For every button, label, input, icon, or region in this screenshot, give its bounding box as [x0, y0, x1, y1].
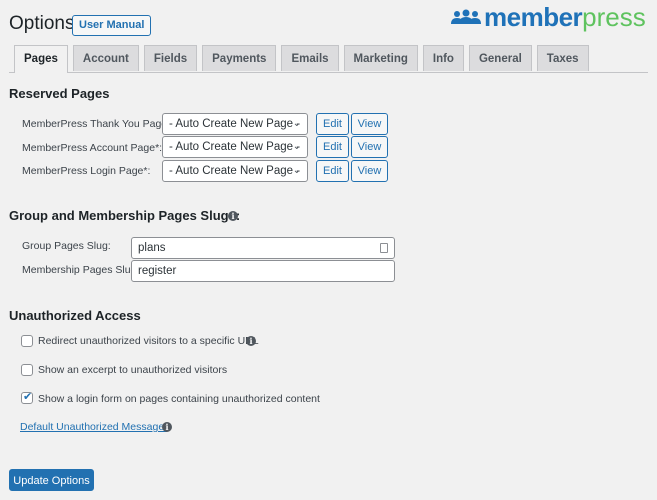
thank-you-edit-button[interactable]: Edit: [316, 113, 349, 135]
thank-you-page-select[interactable]: - Auto Create New Page - ⌄: [162, 113, 308, 135]
excerpt-checkbox[interactable]: [21, 364, 33, 376]
membership-slug-label: Membership Pages Slug:: [22, 264, 140, 276]
default-message-link[interactable]: Default Unauthorized Message:: [20, 421, 167, 433]
chevron-down-icon: ⌄: [292, 141, 301, 152]
membership-slug-value: register: [138, 265, 177, 277]
info-icon[interactable]: i: [246, 336, 256, 346]
redirect-label: Redirect unauthorized visitors to a spec…: [38, 335, 259, 347]
update-options-button[interactable]: Update Options: [9, 469, 94, 491]
group-slug-label: Group Pages Slug:: [22, 240, 111, 252]
unauthorized-heading: Unauthorized Access: [9, 308, 141, 323]
checkmark-icon: ✔: [23, 391, 33, 403]
settings-tabs: Pages Account Fields Payments Emails Mar…: [9, 45, 648, 73]
account-edit-button[interactable]: Edit: [316, 136, 349, 158]
group-slug-value: plans: [138, 242, 166, 254]
tab-emails[interactable]: Emails: [281, 45, 339, 71]
group-slug-input[interactable]: plans: [131, 237, 395, 259]
account-page-label: MemberPress Account Page*:: [22, 142, 163, 154]
reserved-pages-heading: Reserved Pages: [9, 86, 110, 101]
info-icon[interactable]: i: [228, 211, 238, 221]
tab-marketing[interactable]: Marketing: [343, 45, 418, 71]
logo-word-press: press: [582, 2, 646, 32]
login-view-button[interactable]: View: [351, 160, 388, 182]
chevron-down-icon: ⌄: [292, 165, 301, 176]
slugs-heading: Group and Membership Pages Slugs:: [9, 208, 241, 223]
tab-general[interactable]: General: [468, 45, 532, 71]
login-page-value: - Auto Create New Page -: [169, 165, 301, 177]
account-page-select[interactable]: - Auto Create New Page - ⌄: [162, 136, 308, 158]
login-edit-button[interactable]: Edit: [316, 160, 349, 182]
tab-taxes[interactable]: Taxes: [536, 45, 589, 71]
thank-you-view-button[interactable]: View: [351, 113, 388, 135]
login-form-checkbox[interactable]: ✔: [21, 391, 33, 404]
login-form-label: Show a login form on pages containing un…: [38, 393, 320, 405]
account-view-button[interactable]: View: [351, 136, 388, 158]
logo-word-member: member: [484, 2, 583, 32]
tab-account[interactable]: Account: [72, 45, 139, 71]
password-manager-icon[interactable]: [380, 243, 388, 253]
membership-slug-input[interactable]: register: [131, 260, 395, 282]
redirect-checkbox[interactable]: [21, 335, 33, 347]
tab-fields[interactable]: Fields: [143, 45, 198, 71]
thank-you-page-value: - Auto Create New Page -: [169, 118, 301, 130]
users-group-icon: [451, 9, 481, 24]
thank-you-page-label: MemberPress Thank You Page*:: [22, 118, 175, 130]
login-page-label: MemberPress Login Page*:: [22, 165, 151, 177]
page-title: Options: [9, 13, 75, 34]
tab-payments[interactable]: Payments: [202, 45, 277, 71]
user-manual-button[interactable]: User Manual: [72, 15, 152, 36]
chevron-down-icon: ⌄: [292, 118, 301, 129]
tab-pages[interactable]: Pages: [14, 45, 68, 73]
account-page-value: - Auto Create New Page -: [169, 141, 301, 153]
excerpt-label: Show an excerpt to unauthorized visitors: [38, 364, 228, 376]
memberpress-logo: member press: [451, 2, 646, 32]
login-page-select[interactable]: - Auto Create New Page - ⌄: [162, 160, 308, 182]
info-icon[interactable]: i: [162, 422, 172, 432]
tab-info[interactable]: Info: [422, 45, 464, 71]
